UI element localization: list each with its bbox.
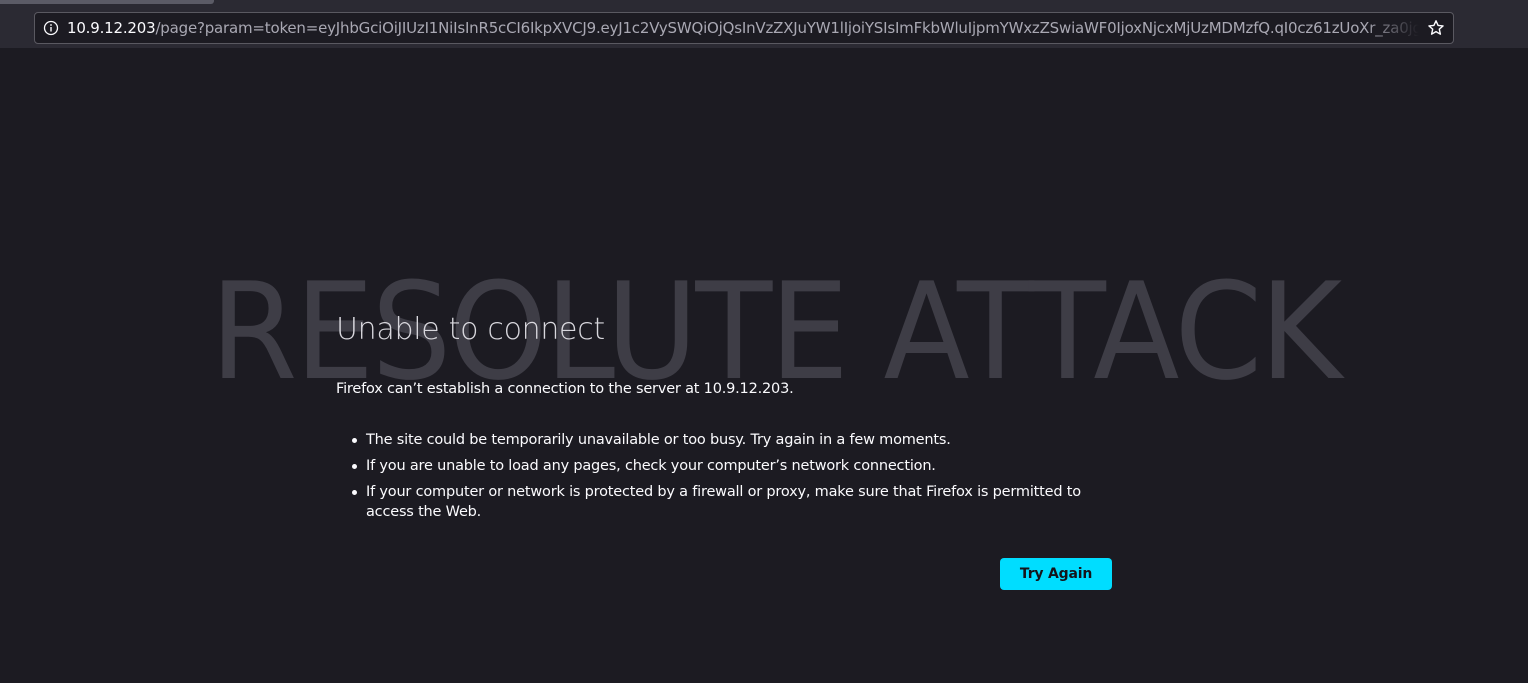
list-item: If your computer or network is protected… <box>352 482 1112 522</box>
info-icon[interactable] <box>35 13 67 43</box>
try-again-button[interactable]: Try Again <box>1000 558 1112 590</box>
url-bar[interactable]: 10.9.12.203/page?param=token=eyJhbGciOiJ… <box>34 12 1454 44</box>
url-host: 10.9.12.203 <box>67 19 156 37</box>
active-tab-indicator[interactable] <box>0 0 214 4</box>
list-item: If you are unable to load any pages, che… <box>352 456 1112 476</box>
url-text[interactable]: 10.9.12.203/page?param=token=eyJhbGciOiJ… <box>67 13 1419 43</box>
browser-toolbar: 10.9.12.203/page?param=token=eyJhbGciOiJ… <box>0 0 1528 48</box>
error-suggestions-list: The site could be temporarily unavailabl… <box>352 430 1112 528</box>
url-path: /page?param=token=eyJhbGciOiJIUzI1NiIsIn… <box>155 19 1419 37</box>
list-item: The site could be temporarily unavailabl… <box>352 430 1112 450</box>
error-title: Unable to connect <box>336 312 605 347</box>
error-description: Firefox can’t establish a connection to … <box>336 381 794 397</box>
star-icon[interactable] <box>1419 13 1453 43</box>
